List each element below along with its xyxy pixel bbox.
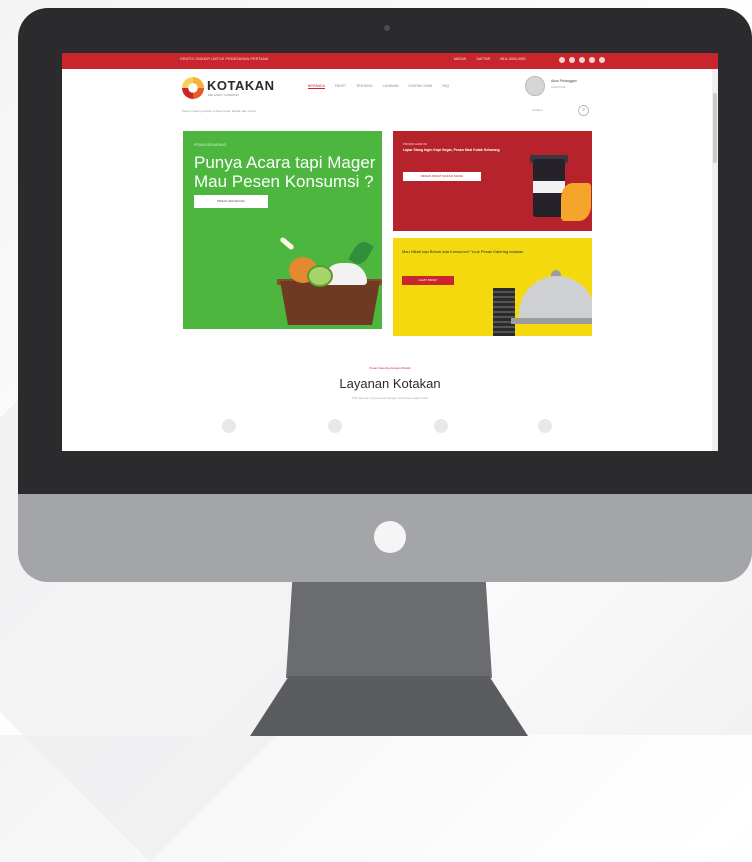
- user-name[interactable]: Akun Pelanggan: [551, 79, 577, 83]
- services-eyebrow: Pesan Katering dengan Mudah: [369, 366, 411, 370]
- nav-item-kontak[interactable]: KONTAK KAMI: [408, 84, 432, 89]
- cloche-plate-illustration: [511, 318, 592, 324]
- service-icon[interactable]: [434, 419, 448, 433]
- phone-link[interactable]: 0811-0000-0000: [500, 57, 525, 61]
- cucumber-illustration: [307, 265, 333, 287]
- user-profile-link[interactable]: Lihat Profil: [551, 85, 565, 89]
- hero-order-button[interactable]: PESAN SEKARANG: [194, 195, 268, 208]
- search-icon[interactable]: ⌕: [578, 105, 589, 116]
- breadcrumb: Pesan Katering Online & Nasi Kotak, Muda…: [182, 109, 256, 113]
- monitor-stand-neck: [286, 582, 492, 678]
- nav-item-layanan[interactable]: LAYANAN: [383, 84, 399, 89]
- promo-banner-red[interactable]: PROMO HARI INI Lapar Siang Ingin Kopi Se…: [393, 131, 592, 231]
- services-subtitle: Pilih layanan yang sesuai dengan kebutuh…: [352, 396, 428, 400]
- red-banner-text: Lapar Siang Ingin Kopi Segar, Pesan Nasi…: [403, 148, 500, 152]
- basket-illustration: [280, 281, 380, 325]
- scrollbar-thumb[interactable]: [713, 93, 717, 163]
- yellow-banner-button[interactable]: LIHAT PAKET: [402, 276, 454, 285]
- yellow-banner-text: Mau Nikah tapi Belum ada Konsumsi? Yuuk …: [402, 249, 524, 254]
- facebook-icon[interactable]: [559, 57, 565, 63]
- fries-illustration: [561, 183, 591, 221]
- top-links: MASUK DAFTAR 0811-0000-0000: [454, 57, 526, 61]
- drumstick-bone-illustration: [279, 236, 295, 251]
- nav-item-tentang[interactable]: TENTANG: [356, 84, 372, 89]
- grill-illustration: [493, 288, 515, 336]
- cup-band-illustration: [533, 181, 565, 193]
- monitor-logo-dot: [374, 521, 406, 553]
- hero-banner[interactable]: PESAN SEKARANG Punya Acara tapi Mager Ma…: [183, 131, 382, 329]
- promo-banner-yellow[interactable]: Mau Nikah tapi Belum ada Konsumsi? Yuuk …: [393, 238, 592, 336]
- service-icon[interactable]: [538, 419, 552, 433]
- top-bar: GRATIS ONGKIR UNTUK PEMESANAN PERTAMA MA…: [62, 53, 718, 69]
- hero-label: PESAN SEKARANG: [194, 143, 227, 147]
- email-icon[interactable]: [599, 57, 605, 63]
- login-link[interactable]: MASUK: [454, 57, 466, 61]
- nav-item-paket[interactable]: PAKET: [335, 84, 346, 89]
- monitor-stand-base: [250, 676, 528, 736]
- nav-item-beranda[interactable]: BERANDA: [308, 84, 325, 89]
- main-nav: BERANDA PAKET TENTANG LAYANAN KONTAK KAM…: [308, 84, 449, 89]
- logo-icon[interactable]: [182, 77, 204, 99]
- nav-item-faq[interactable]: FAQ: [442, 84, 449, 89]
- promo-text: GRATIS ONGKIR UNTUK PEMESANAN PERTAMA: [180, 57, 269, 61]
- service-icon[interactable]: [222, 419, 236, 433]
- service-icon[interactable]: [328, 419, 342, 433]
- twitter-icon[interactable]: [569, 57, 575, 63]
- website-screen: GRATIS ONGKIR UNTUK PEMESANAN PERTAMA MA…: [62, 53, 718, 451]
- red-banner-label: PROMO HARI INI: [403, 142, 428, 146]
- services-title: Layanan Kotakan: [339, 376, 441, 391]
- youtube-icon[interactable]: [589, 57, 595, 63]
- logo-text[interactable]: KOTAKAN: [207, 78, 275, 93]
- sort-dropdown[interactable]: Urutkan: [532, 108, 543, 112]
- social-icons: [559, 57, 605, 63]
- instagram-icon[interactable]: [579, 57, 585, 63]
- register-link[interactable]: DAFTAR: [476, 57, 490, 61]
- logo-subtitle: DELIVERY CATERING: [208, 93, 239, 97]
- hero-title: Punya Acara tapi Mager Mau Pesen Konsums…: [194, 153, 376, 191]
- scrollbar[interactable]: [712, 53, 718, 451]
- avatar[interactable]: [525, 76, 545, 96]
- camera-dot: [384, 25, 390, 31]
- red-banner-button[interactable]: PESAN PAKET MAKAN SIANG: [403, 172, 481, 181]
- cloche-illustration: [519, 276, 592, 320]
